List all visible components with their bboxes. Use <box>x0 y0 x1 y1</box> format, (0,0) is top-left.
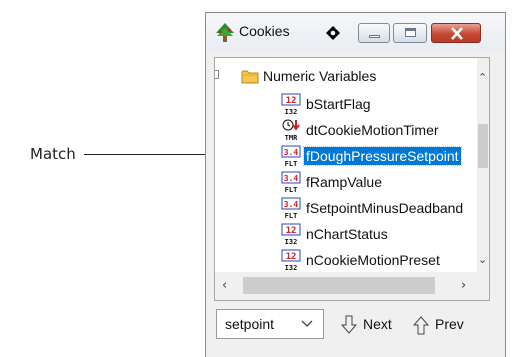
vertical-scroll-thumb[interactable] <box>478 124 488 168</box>
svg-text:3.4: 3.4 <box>284 200 299 209</box>
item-label: fDoughPressureSetpoint <box>303 146 462 166</box>
close-icon <box>451 27 463 40</box>
svg-text:I32: I32 <box>285 108 298 115</box>
prev-button[interactable]: Prev <box>413 313 485 337</box>
svg-text:12: 12 <box>286 96 297 106</box>
scroll-up-icon[interactable]: ⌃ <box>478 72 487 84</box>
tree-content: Numeric Variables 12 I32 bStartFlag TMR … <box>215 58 477 272</box>
group-numeric-variables[interactable]: Numeric Variables <box>263 68 376 84</box>
scroll-left-icon[interactable]: ‹ <box>222 279 227 292</box>
cookies-window: Cookies Numeric Variables 12 I32 bStartF… <box>205 12 506 357</box>
scrollbar-corner <box>477 272 489 300</box>
item-label: fSetpointMinusDeadband <box>306 200 464 216</box>
svg-text:FLT: FLT <box>285 186 298 193</box>
callout-label: Match <box>30 145 76 163</box>
vertical-scrollbar[interactable]: ⌃ ⌄ <box>477 58 489 272</box>
next-button[interactable]: Next <box>341 313 411 337</box>
int32-variable-icon: 12 I32 <box>281 223 301 245</box>
tree-item-dtcookiemotiontimer[interactable]: TMR dtCookieMotionTimer <box>215 117 477 143</box>
window-title: Cookies <box>239 23 290 39</box>
tree-icon <box>216 23 234 42</box>
folder-icon <box>241 70 259 84</box>
chevron-down-icon <box>301 320 313 327</box>
float-variable-icon: 3.4 FLT <box>281 171 301 193</box>
arrow-up-icon <box>413 316 429 335</box>
item-label: nCookieMotionPreset <box>306 252 440 268</box>
maximize-button[interactable] <box>393 23 427 43</box>
search-value: setpoint <box>225 316 275 332</box>
minimize-button[interactable] <box>358 23 390 43</box>
title-bar[interactable]: Cookies <box>206 13 505 51</box>
svg-text:12: 12 <box>286 252 297 262</box>
svg-text:I32: I32 <box>285 264 298 271</box>
tree-item-fsetpointminusdeadband[interactable]: 3.4 FLT fSetpointMinusDeadband <box>215 195 477 221</box>
svg-text:FLT: FLT <box>285 212 298 219</box>
int32-variable-icon: 12 I32 <box>281 249 301 271</box>
item-label: nChartStatus <box>306 226 388 242</box>
item-label: fRampValue <box>306 174 383 190</box>
horizontal-scroll-thumb[interactable] <box>243 277 435 294</box>
variable-tree: Numeric Variables 12 I32 bStartFlag TMR … <box>214 57 490 301</box>
item-label: dtCookieMotionTimer <box>306 122 439 138</box>
horizontal-scrollbar[interactable]: ‹ › <box>215 272 477 300</box>
diamond-icon[interactable] <box>326 26 340 40</box>
prev-label: Prev <box>435 316 464 332</box>
float-variable-icon: 3.4 FLT <box>281 145 301 167</box>
svg-text:3.4: 3.4 <box>284 174 299 183</box>
search-select[interactable]: setpoint <box>216 309 324 339</box>
timer-variable-icon: TMR <box>282 119 300 141</box>
next-label: Next <box>363 316 392 332</box>
svg-text:3.4: 3.4 <box>284 148 299 157</box>
tree-expander[interactable] <box>215 70 219 79</box>
int32-variable-icon: 12 I32 <box>281 93 301 115</box>
scroll-right-icon[interactable]: › <box>461 279 466 292</box>
tree-item-nchartstatus[interactable]: 12 I32 nChartStatus <box>215 221 477 247</box>
scroll-down-icon[interactable]: ⌄ <box>478 254 487 266</box>
tree-item-frampvalue[interactable]: 3.4 FLT fRampValue <box>215 169 477 195</box>
svg-text:FLT: FLT <box>285 160 298 167</box>
svg-text:12: 12 <box>286 226 297 236</box>
close-button[interactable] <box>431 23 481 43</box>
tree-item-fdoughpressuresetpoint[interactable]: 3.4 FLT fDoughPressureSetpoint <box>215 143 477 169</box>
item-label: bStartFlag <box>306 96 371 112</box>
svg-text:I32: I32 <box>285 238 298 245</box>
float-variable-icon: 3.4 FLT <box>281 197 301 219</box>
tree-item-ncookiemotionpreset[interactable]: 12 I32 nCookieMotionPreset <box>215 247 477 272</box>
tree-item-bstartflag[interactable]: 12 I32 bStartFlag <box>215 91 477 117</box>
arrow-down-icon <box>341 315 357 334</box>
svg-text:TMR: TMR <box>285 134 298 141</box>
